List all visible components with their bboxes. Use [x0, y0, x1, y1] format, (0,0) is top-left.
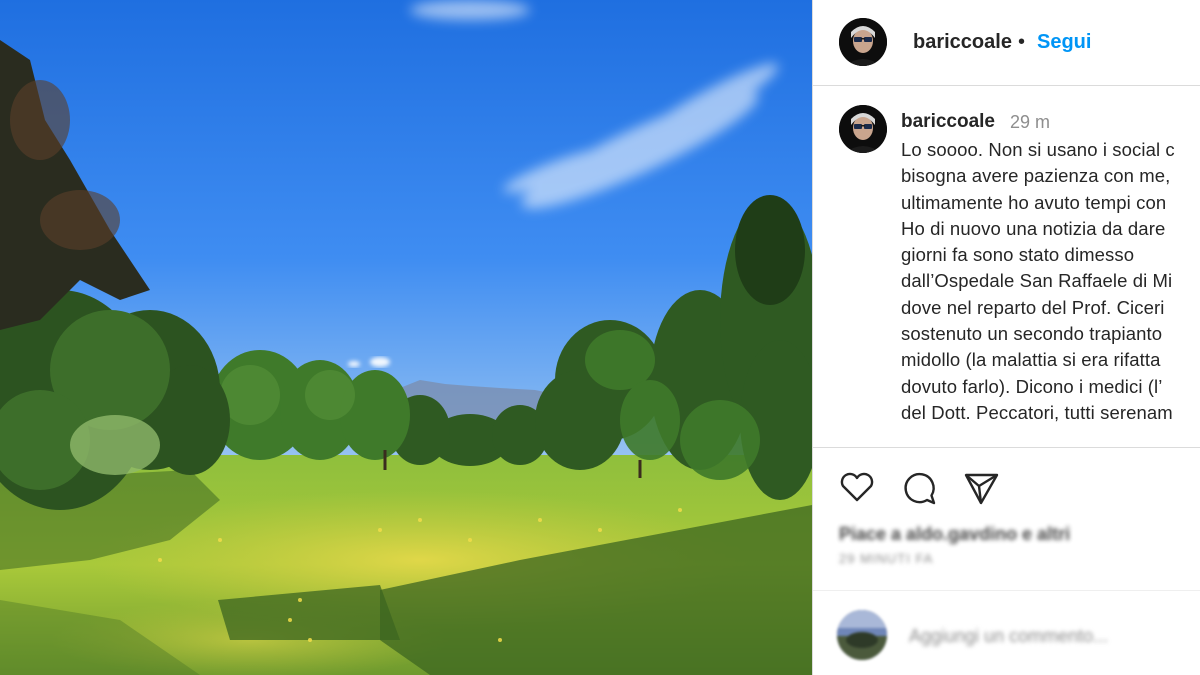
profile-picture: [839, 105, 887, 153]
comment-button[interactable]: [897, 466, 941, 510]
post-date: 29 MINUTI FA: [839, 551, 934, 566]
divider: [813, 447, 1200, 448]
header-username[interactable]: bariccoale: [913, 31, 1012, 54]
caption-area: bariccoale 29 m Lo soooo. Non si usano i…: [813, 87, 1200, 447]
caption-line: dovuto farlo). Dicono i medici (l’: [901, 375, 1163, 397]
profile-picture: [839, 18, 887, 66]
comment-bar: [813, 600, 1200, 670]
caption-line: bisogna avere pazienza con me,: [901, 165, 1171, 187]
caption-line: sostenuto un secondo trapianto: [901, 323, 1163, 345]
caption-line: giorni fa sono stato dimesso: [901, 244, 1135, 266]
viewer-avatar: [837, 610, 887, 660]
caption-line: dall’Ospedale San Raffaele di Mi: [901, 270, 1173, 292]
divider: [813, 590, 1200, 591]
share-button[interactable]: [959, 466, 1003, 510]
park-landscape-photo: [0, 0, 812, 675]
caption-line: dove nel reparto del Prof. Ciceri: [901, 296, 1165, 318]
caption-username[interactable]: bariccoale: [901, 111, 995, 133]
caption-line: del Dott. Peccatori, tutti serenam: [901, 401, 1173, 423]
post-header: bariccoale • Segui: [813, 0, 1200, 86]
profile-picture: [837, 610, 887, 660]
caption-line: ultimamente ho avuto tempi con: [901, 191, 1167, 213]
caption-avatar[interactable]: [839, 105, 887, 153]
caption-timestamp[interactable]: 29 m: [1010, 112, 1050, 133]
comment-bubble-icon: [904, 472, 936, 505]
comment-input[interactable]: [907, 620, 1191, 652]
likes-count[interactable]: Piace a aldo.gavdino e altri: [839, 524, 1070, 545]
caption-line: Ho di nuovo una notizia da dare: [901, 217, 1166, 239]
caption-text: Lo soooo. Non si usano i social c bisogn…: [901, 137, 1200, 426]
like-button[interactable]: [835, 466, 879, 510]
caption-line: midollo (la malattia si era rifatta: [901, 349, 1161, 371]
caption-line: Lo soooo. Non si usano i social c: [901, 139, 1175, 160]
avatar[interactable]: [839, 18, 887, 66]
follow-button[interactable]: Segui: [1037, 31, 1091, 54]
separator-dot: •: [1018, 31, 1026, 53]
post-photo[interactable]: [0, 0, 812, 675]
action-bar: [835, 466, 1035, 510]
paper-plane-icon: [964, 473, 999, 505]
heart-icon: [840, 472, 874, 502]
post-side-panel: bariccoale • Segui bariccoale 29 m Lo so…: [812, 0, 1200, 675]
